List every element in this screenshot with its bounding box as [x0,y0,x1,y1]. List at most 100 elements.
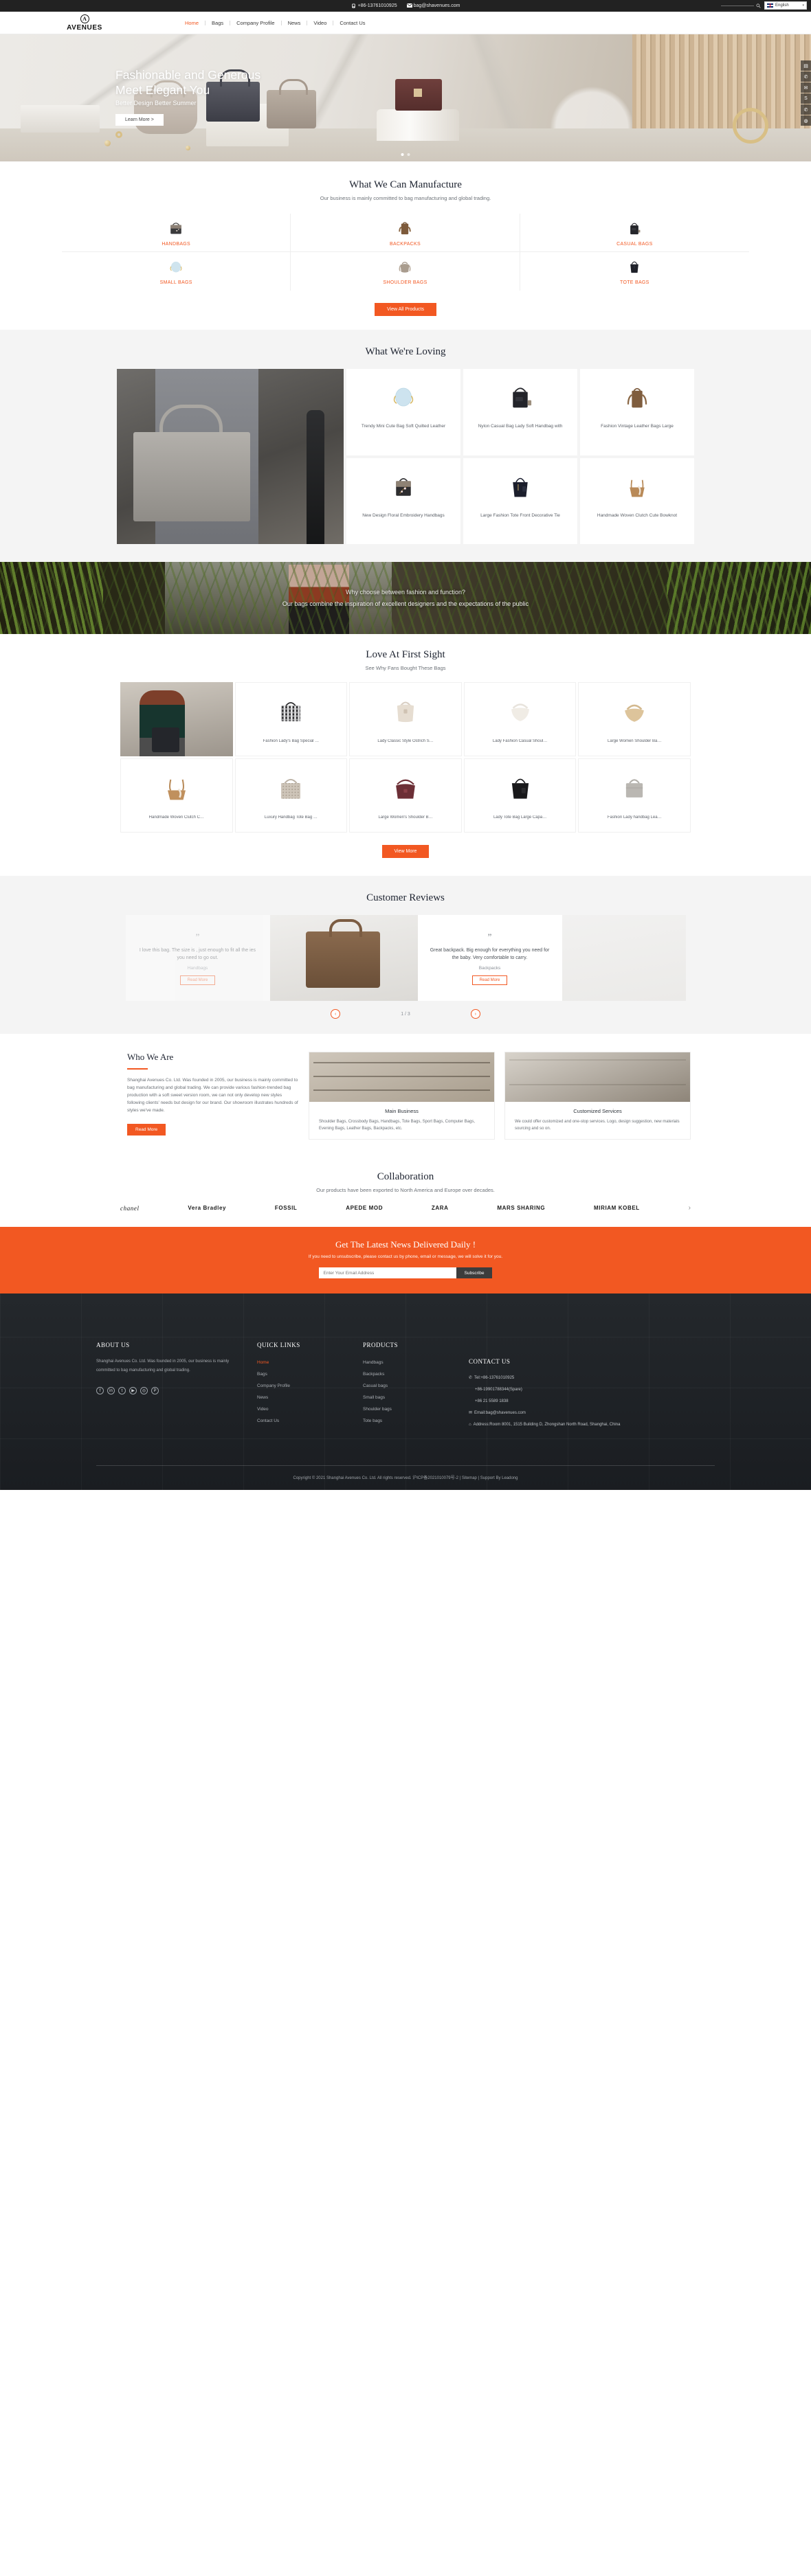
category-handbags[interactable]: HANDBAGS [62,214,291,252]
category-backpacks[interactable]: BACKPACKS [291,214,520,252]
footer-product-small-bags[interactable]: Small bags [363,1395,452,1400]
lafs-product-card[interactable]: Lady Classic Style Ostrich S… [349,682,462,756]
review-product-image[interactable] [269,915,418,1001]
footer-link-company-profile[interactable]: Company Profile [257,1383,346,1388]
loving-card[interactable]: Handmade Woven Clutch Cute Bowknot [580,457,694,544]
footer-link-video[interactable]: Video [257,1407,346,1412]
brand-logo-zara[interactable]: ZARA [432,1205,449,1211]
woven-clutch-icon [159,763,195,813]
review-next-preview[interactable] [562,915,686,1001]
brand-logo-chanel[interactable]: chanel [120,1205,140,1212]
category-casual-bags[interactable]: CASUAL BAGS [520,214,749,252]
brand-logo-mars-sharing[interactable]: MARS SHARING [497,1205,545,1211]
linkedin-icon[interactable]: in [107,1387,115,1394]
hero-learn-more-button[interactable]: Learn More > [115,114,164,126]
brand-logo-miriam-kobel[interactable]: MIRIAM KOBEL [594,1205,640,1211]
nav-item-news[interactable]: News [282,20,307,26]
who-card-customized-services[interactable]: Customized Services We could offer custo… [504,1052,691,1140]
pinterest-icon[interactable]: P [151,1387,159,1394]
nav-item-contact-us[interactable]: Contact Us [333,20,371,26]
search-input-line[interactable] [721,5,754,6]
hero-dot-1[interactable] [401,153,404,156]
footer-product-casual-bags[interactable]: Casual bags [363,1383,452,1388]
review-read-more-button[interactable]: Read More [471,975,508,985]
facebook-icon[interactable]: f [96,1387,104,1394]
lafs-product-card[interactable]: Large Women's Shoulder B… [349,758,462,833]
who-read-more-button[interactable]: Read More [127,1123,166,1136]
skype-icon[interactable]: S [801,93,811,104]
qr-icon[interactable]: ▤ [801,60,811,71]
instagram-icon[interactable]: ◎ [140,1387,148,1394]
loving-card[interactable]: Trendy Mini Cute Bag Soft Quilted Leathe… [346,369,460,455]
youtube-icon[interactable]: ▶ [129,1387,137,1394]
footer-copyright: Copyright © 2021 Shanghai Avenues Co. Lt… [293,1476,518,1480]
lafs-product-card[interactable]: Fashion Lady's Bag Special … [234,682,348,756]
nav-item-company-profile[interactable]: Company Profile [230,20,280,26]
category-tote-bags[interactable]: TOTE BAGS [520,252,749,291]
search-box[interactable] [721,3,761,8]
footer-link-home[interactable]: Home [257,1360,346,1365]
footer-link-news[interactable]: News [257,1395,346,1400]
loving-card[interactable]: Fashion Vintage Leather Bags Large [580,369,694,455]
view-all-products-button[interactable]: View All Products [375,303,436,316]
who-card-main-business[interactable]: Main Business Shoulder Bags, Crossbody B… [309,1052,495,1140]
hero-title-line2: Meet Elegant You [115,83,210,97]
lafs-product-card[interactable]: Handmade Woven Clutch C… [120,758,233,833]
lafs-model-card[interactable] [120,682,233,756]
footer-contact-email[interactable]: ✉ Email:bag@shavenues.com [469,1410,634,1416]
who-card-text: Shoulder Bags, Crossbody Bags, Handbags,… [319,1120,476,1131]
hero-dot-2[interactable] [407,153,410,156]
search-icon[interactable] [756,3,761,8]
lafs-product-card[interactable]: Luxury Handbag Tote Bag … [234,758,348,833]
collaboration-next-arrow-icon[interactable]: › [689,1204,691,1212]
category-small-bags[interactable]: SMALL BAGS [62,252,291,291]
nav-item-home[interactable]: Home [179,20,205,26]
review-read-more-button[interactable]: Read More [179,975,216,985]
footer-contact-tel2[interactable]: +86-19901788344(Spare) [469,1386,634,1393]
loving-card[interactable]: New Design Floral Embroidery Handbags [346,457,460,544]
topbar-email[interactable]: bag@shavenues.com [406,3,460,8]
topbar-phone[interactable]: +86-13761010925 [351,3,397,8]
category-shoulder-bags[interactable]: SHOULDER BAGS [291,252,520,291]
lafs-product-card[interactable]: Fashion Lady handbag Lea… [578,758,691,833]
category-label: SHOULDER BAGS [383,280,427,285]
review-card-active[interactable]: ” Great backpack. Big enough for everyth… [417,915,562,1001]
phone-icon[interactable]: ✆ [801,71,811,82]
reviews-prev-button[interactable]: ‹ [331,1009,341,1019]
review-card-previous[interactable]: ” I love this bag. The size is , just en… [125,915,270,1001]
newsletter-email-input[interactable] [318,1267,456,1278]
footer-product-handbags[interactable]: Handbags [363,1360,452,1365]
loving-feature-image[interactable] [117,369,344,544]
language-select[interactable]: English ▾ [764,1,807,10]
brand-logo-vera-bradley[interactable]: Vera Bradley [188,1205,226,1211]
footer-product-tote-bags[interactable]: Tote bags [363,1419,452,1423]
footer-contact-heading: CONTACT US [469,1358,511,1365]
footer-link-contact-us[interactable]: Contact Us [257,1419,346,1423]
lafs-product-card[interactable]: Lady Fashion Casual Shoul… [463,682,577,756]
twitter-icon[interactable]: t [118,1387,126,1394]
footer-link-bags[interactable]: Bags [257,1372,346,1377]
view-more-button[interactable]: View More [381,845,430,858]
footer-contact-tel3[interactable]: +86 21 5589 1838 [469,1398,634,1405]
nav-item-bags[interactable]: Bags [205,20,230,26]
newsletter-subscribe-button[interactable]: Subscribe [456,1267,493,1278]
loving-card[interactable]: Large Fashion Tote Front Decorative Tie [463,457,577,544]
logo[interactable]: A AVENUES [60,14,109,32]
wechat-icon[interactable]: ◍ [801,115,811,126]
lafs-product-card[interactable]: Lady Tote Bag Large Capa… [463,758,577,833]
footer-product-backpacks[interactable]: Backpacks [363,1372,452,1377]
who-we-are-title: Who We Are [127,1052,174,1062]
footer-contact-tel1[interactable]: ✆ Tel:+86-13761010925 [469,1375,634,1381]
brand-logo-apede-mod[interactable]: APEDE MOD [346,1205,383,1211]
whatsapp-icon[interactable]: ✆ [801,104,811,115]
brand-logo-fossil[interactable]: FOSSIL [275,1205,298,1211]
footer-product-shoulder-bags[interactable]: Shoulder bags [363,1407,452,1412]
nav-item-video[interactable]: Video [307,20,333,26]
lafs-product-card[interactable]: Large Women Shoulder Ba… [578,682,691,756]
loving-card[interactable]: Nylon Casual Bag Lady Soft Handbag with [463,369,577,455]
category-label: TOTE BAGS [620,280,649,285]
reviews-next-button[interactable]: › [470,1009,480,1019]
hero-dots[interactable] [401,153,410,156]
quote-icon: ” [195,931,200,942]
envelope-icon[interactable]: ✉ [801,82,811,93]
